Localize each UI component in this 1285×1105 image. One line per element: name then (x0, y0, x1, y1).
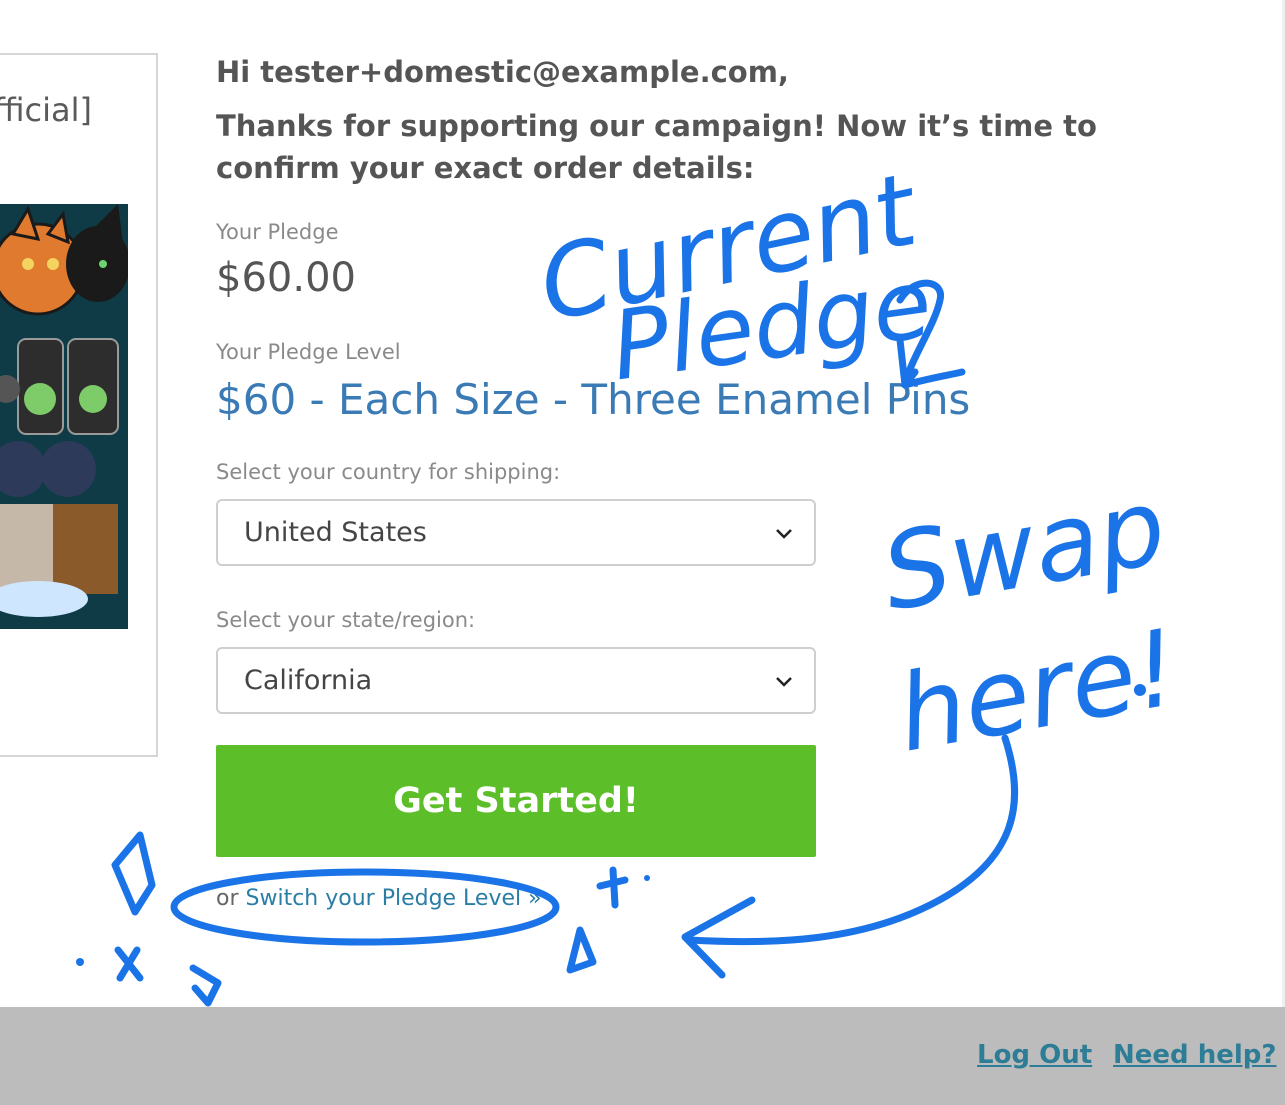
pledge-label: Your Pledge (216, 220, 339, 244)
chevron-down-icon (776, 529, 792, 539)
switch-pledge-line: or Switch your Pledge Level » (216, 886, 542, 911)
need-help-link[interactable]: Need help? (1113, 1040, 1276, 1070)
annotation-swap: Swap (874, 465, 1174, 634)
pledge-level-label: Your Pledge Level (216, 340, 401, 364)
country-selected-value: United States (244, 517, 427, 548)
country-select[interactable]: United States (216, 499, 816, 566)
get-started-button[interactable]: Get Started! (216, 745, 816, 857)
switch-prefix: or (216, 886, 246, 911)
greeting: Hi tester+domestic@example.com, (216, 55, 789, 89)
annotation-arrow-pledge (896, 279, 966, 389)
annotation-here: here! (889, 607, 1187, 776)
product-card: official] (0, 53, 158, 757)
intro-text: Thanks for supporting our campaign! Now … (216, 109, 1097, 185)
product-image (0, 204, 130, 629)
region-label: Select your state/region: (216, 608, 476, 632)
region-select[interactable]: California (216, 647, 816, 714)
pledge-amount: $60.00 (216, 255, 356, 301)
switch-pledge-level-link[interactable]: Switch your Pledge Level » (246, 886, 542, 911)
chevron-down-icon (776, 677, 792, 687)
logout-link[interactable]: Log Out (977, 1040, 1092, 1070)
footer (0, 1007, 1285, 1105)
pledge-level-value: $60 - Each Size - Three Enamel Pins (216, 375, 971, 424)
region-selected-value: California (244, 665, 373, 696)
product-title: official] (0, 91, 92, 129)
country-label: Select your country for shipping: (216, 460, 561, 484)
